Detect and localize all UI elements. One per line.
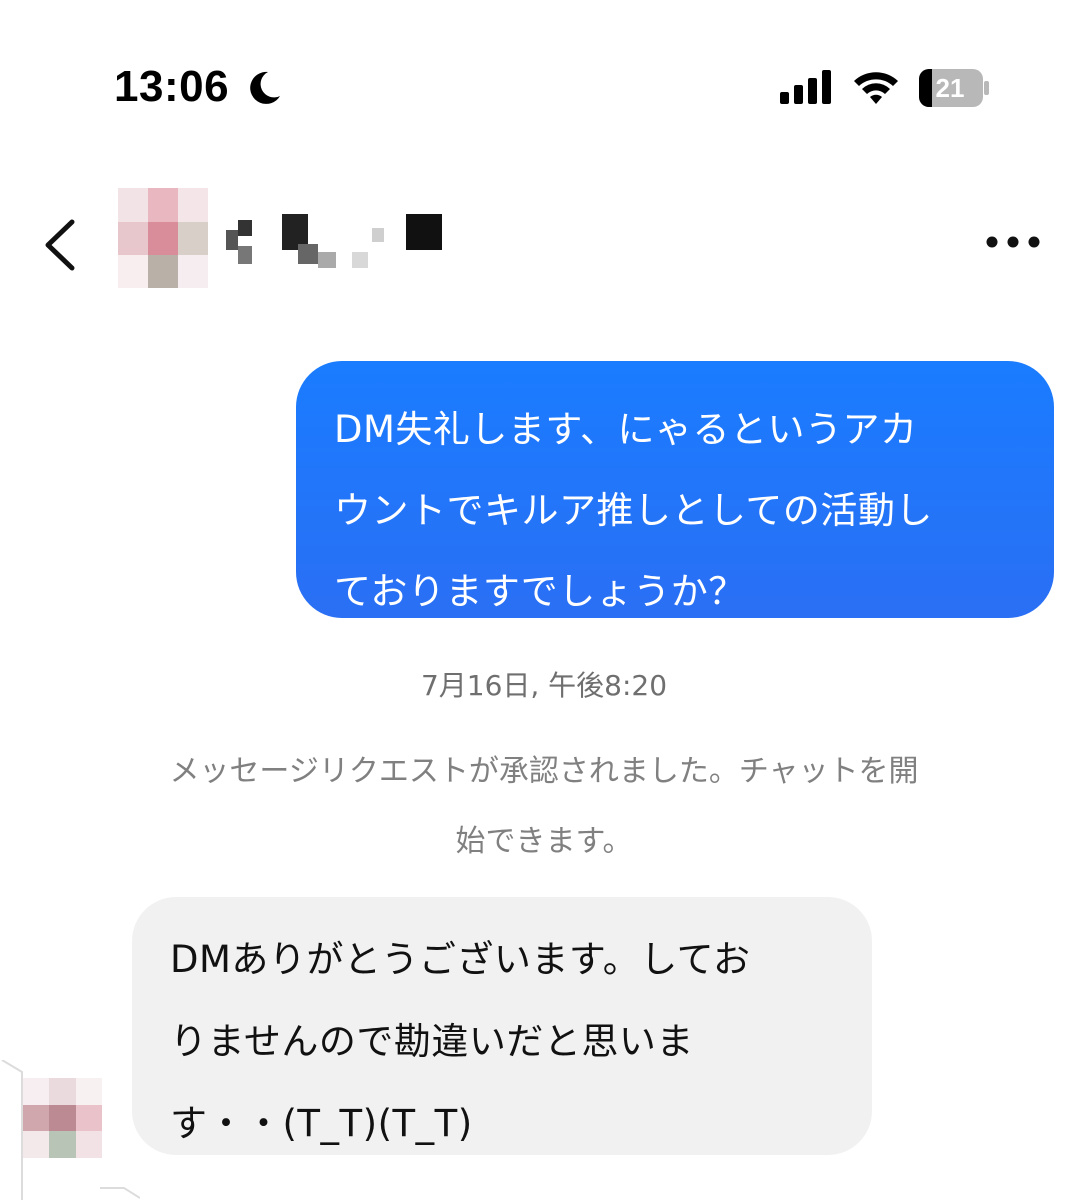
moon-icon [250,71,280,104]
more-horizontal-icon[interactable] [986,234,1040,250]
username-blurred [226,214,442,268]
outgoing-message-text: DM失礼します、にゃるというアカ ウントでキルア推しとしての活動し ておりますで… [334,408,933,613]
chat-screen: 13:06 21 DM失礼します、にゃるというアカ ウントでキルア推しとしての活… [0,0,1088,1200]
screenshot-edge [1,1060,23,1200]
status-time: 13:06 [114,62,230,111]
incoming-message-text: DMありがとうございます。してお りませんので勘違いだと思いま す・・(T_T)… [170,938,751,1145]
outgoing-message-bubble[interactable]: DM失礼します、にゃるというアカ ウントでキルア推しとしての活動し ておりますで… [296,361,1054,618]
wifi-icon [854,72,898,104]
sender-avatar[interactable] [22,1078,102,1158]
message-timestamp: 7月16日, 午後8:20 [420,669,668,702]
screenshot-edge-bottom [100,1187,140,1199]
chevron-left-icon[interactable] [40,218,80,272]
avatar[interactable] [118,188,208,288]
battery-level: 21 [935,73,965,103]
incoming-message-bubble[interactable]: DMありがとうございます。してお りませんので勘違いだと思いま す・・(T_T)… [132,897,872,1155]
signal-icon [780,70,831,104]
system-notice: メッセージリクエストが承認されました。チャットを開 始できます。 [169,754,919,859]
